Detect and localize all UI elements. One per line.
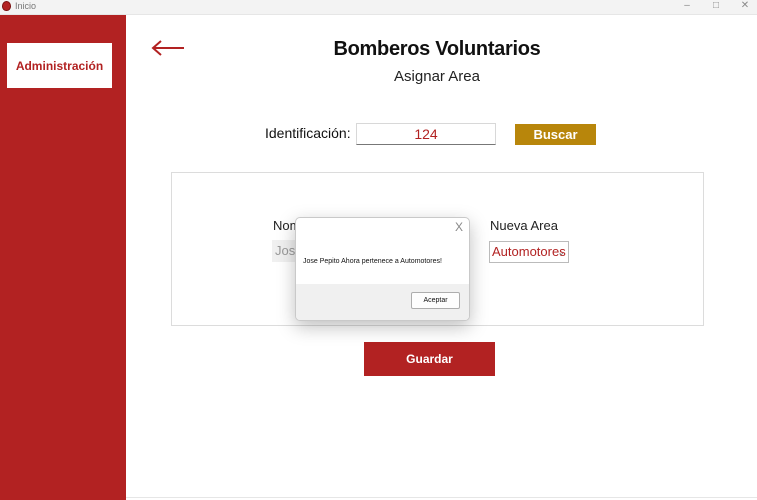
arrow-left-icon[interactable] [150, 38, 186, 58]
close-icon[interactable]: ✕ [735, 0, 755, 13]
save-button[interactable]: Guardar [364, 342, 495, 376]
minimize-icon[interactable]: – [677, 0, 697, 13]
dialog-close-icon[interactable]: X [455, 220, 463, 234]
identification-input[interactable]: 124 [356, 123, 496, 145]
app-shield-icon [2, 1, 11, 11]
new-area-label: Nueva Area [490, 218, 558, 233]
search-button[interactable]: Buscar [515, 124, 596, 145]
area-select-value: Automotores [492, 244, 566, 259]
page-subtitle: Asignar Area [394, 68, 480, 85]
dialog-ok-button[interactable]: Aceptar [411, 292, 460, 309]
new-area-select[interactable]: Automotores ⌄ [489, 241, 569, 263]
chevron-down-icon: ⌄ [557, 247, 565, 257]
dialog-footer: Aceptar [296, 284, 469, 320]
identification-label: Identificación: [265, 125, 351, 141]
page-title: Bomberos Voluntarios [333, 38, 541, 60]
maximize-icon[interactable]: □ [706, 0, 726, 13]
window-titlebar: Inicio – □ ✕ [0, 0, 757, 15]
dialog-message: Jose Pepito Ahora pertenece a Automotore… [303, 258, 442, 265]
sidebar: Administración [0, 15, 126, 500]
message-dialog: X Jose Pepito Ahora pertenece a Automoto… [295, 217, 470, 321]
divider [126, 497, 757, 498]
admin-button[interactable]: Administración [7, 43, 112, 88]
window-title: Inicio [15, 1, 37, 11]
